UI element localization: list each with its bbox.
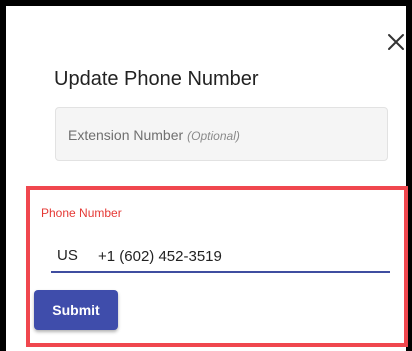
country-code-select[interactable]: US [57,247,78,264]
phone-number-label: Phone Number [41,206,122,220]
extension-optional-hint: (Optional) [187,129,240,143]
phone-input-underline [51,271,390,273]
extension-placeholder: Extension Number (Optional) [68,127,240,143]
close-button[interactable] [384,30,408,54]
extension-placeholder-text: Extension Number [68,127,184,143]
screen-frame: Update Phone Number Extension Number (Opt… [0,0,412,351]
close-icon [388,34,404,50]
update-phone-dialog: Update Phone Number Extension Number (Opt… [6,6,408,351]
extension-number-field[interactable]: Extension Number (Optional) [55,107,388,161]
dialog-title: Update Phone Number [54,68,259,90]
phone-number-input[interactable] [98,244,390,268]
submit-button[interactable]: Submit [34,290,118,330]
